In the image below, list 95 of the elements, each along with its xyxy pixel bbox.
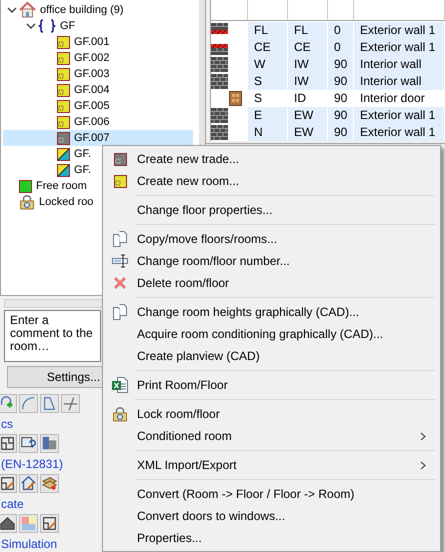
column-header[interactable] (248, 0, 288, 21)
menu-item[interactable]: Acquire room conditioning graphically (CAD)... (105, 323, 438, 345)
column-header[interactable] (328, 0, 354, 21)
menu-item[interactable]: Change floor properties... (105, 199, 438, 221)
chevron-icon[interactable] (26, 21, 36, 31)
table-cell: Interior wall (354, 73, 444, 90)
table-cell: Exterior wall 1 (354, 107, 444, 124)
table-cell: 0 (328, 39, 353, 56)
table-cell: FL (248, 22, 287, 39)
room-icon (57, 52, 70, 64)
room-icon (114, 152, 126, 166)
menu-item[interactable]: Properties... (105, 527, 438, 549)
copy-icon (112, 231, 128, 247)
spreadsheet-icon (112, 377, 128, 393)
tree-item[interactable]: GF.003 (3, 66, 193, 82)
table-cell: IW (288, 56, 327, 73)
room-icon (57, 148, 70, 160)
wall-drawing-button[interactable] (40, 434, 59, 453)
room-icon (57, 116, 70, 128)
room-icon (19, 180, 32, 192)
menu-item[interactable]: Change room/floor number... (105, 250, 438, 272)
table-cell: 0 (328, 22, 353, 39)
table-cell: IW (288, 73, 327, 90)
headset-plus-button[interactable] (0, 394, 17, 413)
tree-item[interactable]: GF.002 (3, 50, 193, 66)
table-cell: Exterior wall 1 (354, 22, 444, 39)
text-field-icon (112, 253, 128, 269)
floorplan-edit-button[interactable] (0, 474, 17, 493)
menu-item[interactable]: Lock room/floor (105, 403, 438, 425)
delete-icon (113, 276, 127, 290)
section-link[interactable]: Simulation (1, 535, 58, 552)
table-cell: 90 (328, 124, 353, 141)
table-cell: EW (288, 107, 327, 124)
tree-item[interactable]: GF.007 (3, 130, 193, 146)
column-header[interactable] (211, 0, 248, 21)
padlock-icon (112, 406, 128, 422)
house-edit-button[interactable] (19, 474, 38, 493)
menu-item[interactable]: Create new trade... (105, 148, 438, 170)
room-icon (57, 84, 70, 96)
room-icon (57, 164, 70, 176)
menu-item[interactable]: Conditioned room (105, 425, 438, 447)
room-icon (57, 68, 70, 80)
menu-item[interactable]: Create planview (CAD) (105, 345, 438, 367)
table-cell: CE (288, 39, 327, 56)
room-icon (114, 174, 126, 188)
house-icon (19, 2, 36, 18)
menu-item[interactable]: Delete room/floor (105, 272, 438, 294)
table-cell: E (248, 107, 287, 124)
table-cell: W (248, 56, 287, 73)
room-icon (57, 36, 70, 48)
color-grid-button[interactable] (19, 514, 38, 533)
menu-item[interactable]: Convert (Room -> Floor / Floor -> Room) (105, 483, 438, 505)
line-button[interactable] (61, 394, 80, 413)
padlock-icon (19, 194, 35, 210)
table-cell: Exterior wall 1 (354, 124, 444, 141)
table-cell: FL (288, 22, 327, 39)
layers-button[interactable] (40, 474, 59, 493)
table-cell: S (248, 73, 287, 90)
tree-item[interactable]: GF.006 (3, 114, 193, 130)
table-cell: 90 (328, 107, 353, 124)
house-button[interactable] (0, 514, 17, 533)
column-header[interactable] (354, 0, 445, 21)
menu-item[interactable]: Create new room... (105, 170, 438, 192)
table-cell: 90 (328, 56, 353, 73)
menu-item[interactable]: Change room heights graphically (CAD)... (105, 301, 438, 323)
tree-item[interactable]: GF.005 (3, 98, 193, 114)
table-cell: N (248, 124, 287, 141)
braces-icon (38, 18, 56, 34)
table-cell: EW (288, 124, 327, 141)
section-link[interactable]: cate (1, 495, 24, 514)
tree-item[interactable]: GF.001 (3, 34, 193, 50)
help-window-button[interactable] (19, 434, 38, 453)
floorplan-edit-button[interactable] (40, 514, 59, 533)
table-cell: Interior wall (354, 56, 444, 73)
table-cell: 90 (328, 73, 353, 90)
table-cell: CE (248, 39, 287, 56)
section-link[interactable]: cs (1, 415, 13, 434)
table-cell: Exterior wall 1 (354, 39, 444, 56)
tree-item[interactable]: GF.004 (3, 82, 193, 98)
door-icon (229, 91, 242, 106)
comment-field[interactable]: Enter a comment to the room… (4, 310, 101, 362)
curve-button[interactable] (19, 394, 38, 413)
trapezoid-button[interactable] (40, 394, 59, 413)
column-header[interactable] (288, 0, 328, 21)
floorplan-button[interactable] (0, 434, 17, 453)
menu-item[interactable]: XML Import/Export (105, 454, 438, 476)
section-link[interactable]: (EN-12831) (1, 455, 64, 474)
tree-item[interactable]: GF (3, 18, 193, 34)
copy-icon (112, 304, 128, 320)
chevron-icon[interactable] (7, 5, 17, 15)
room-icon (57, 132, 70, 144)
menu-item[interactable]: Convert doors to windows... (105, 505, 438, 527)
tree-item[interactable]: office building (9) (3, 2, 193, 18)
room-icon (57, 100, 70, 112)
menu-item[interactable]: Copy/move floors/rooms... (105, 228, 438, 250)
